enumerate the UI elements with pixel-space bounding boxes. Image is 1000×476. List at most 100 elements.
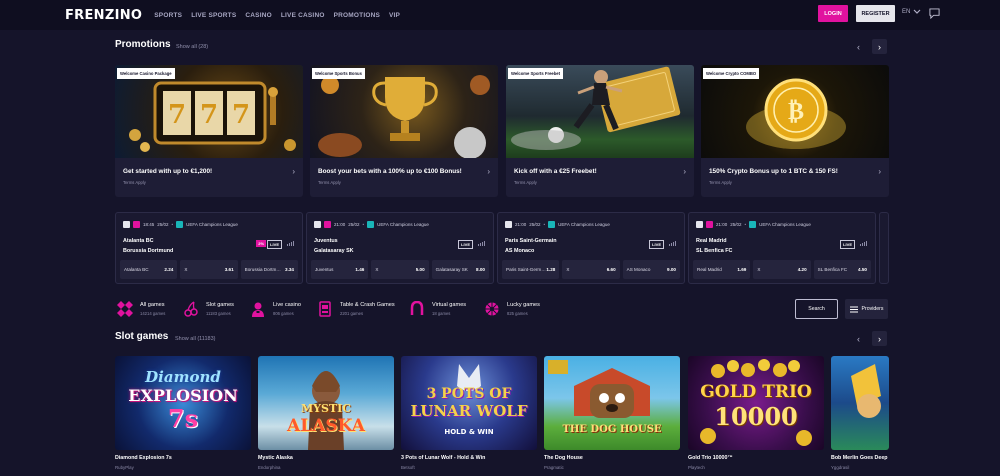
match-league: UEFA Champions League xyxy=(558,222,610,227)
category-virtual-games[interactable]: Virtual games 18 games xyxy=(408,300,466,318)
odds-value: 2.24 xyxy=(164,267,174,272)
odds-button[interactable]: Atalanta BC 2.24 xyxy=(120,260,178,279)
promotions-show-all-link[interactable]: Show all (28) xyxy=(176,44,208,50)
football-icon xyxy=(314,221,321,228)
odds-button[interactable]: X 3.61 xyxy=(180,260,238,279)
promo-tag: Welcome Crypto COMBO xyxy=(703,68,760,79)
away-team: Galatasaray SK xyxy=(314,248,354,254)
language-selector[interactable]: EN xyxy=(902,9,921,15)
category-lucky-games[interactable]: Lucky games 825 games xyxy=(483,300,540,318)
home-team: Atalanta BC xyxy=(123,238,154,244)
odds-value: 4.50 xyxy=(858,267,867,272)
match-teams: Juventus Galatasaray SK xyxy=(314,236,354,256)
match-card[interactable]: 21:00 25/02 • UEFA Champions League Real… xyxy=(688,212,876,284)
odds-button[interactable]: X 4.20 xyxy=(753,260,811,279)
odds-label: AS Monaco xyxy=(626,267,651,272)
category-label: Live casino xyxy=(273,302,301,308)
game-card[interactable]: THE DOG HOUSE The Dog House Pragmatic xyxy=(544,356,680,470)
live-badge: LIVE xyxy=(267,240,282,249)
match-date: 25/02 xyxy=(529,222,541,227)
promotions-next-button[interactable]: › xyxy=(872,39,887,54)
odds-value: 4.20 xyxy=(797,267,807,272)
odds-label: X xyxy=(375,267,379,272)
promo-card[interactable]: ₿ Welcome Crypto COMBO 150% Crypto Bonus… xyxy=(701,65,889,197)
football-icon xyxy=(123,221,130,228)
odds-button[interactable]: Real Madrid 1.69 xyxy=(693,260,751,279)
odds-label: Atalanta BC xyxy=(124,267,149,272)
odds-label: Galatasaray SK xyxy=(435,267,468,272)
brand-logo[interactable]: FRENZINO xyxy=(65,8,142,23)
promo-card[interactable]: Welcome Sports Bonus Boost your bets wit… xyxy=(310,65,498,197)
category-live-casino[interactable]: Live casino 806 games xyxy=(249,300,301,318)
odds-row: Atalanta BC 2.24 X 3.61 Borussia Dortm… 3.3… xyxy=(120,260,298,279)
game-thumbnail: MYSTIC ALASKA xyxy=(258,356,394,450)
odds-button[interactable]: Paris Saint-Germ… 1.28 xyxy=(502,260,560,279)
category-count: 806 games xyxy=(273,311,294,316)
category-all-games[interactable]: All games 14214 games xyxy=(116,300,165,318)
svg-text:7: 7 xyxy=(232,100,250,130)
category-slot-games[interactable]: Slot games 11183 games xyxy=(182,300,234,318)
slot-games-show-all-link[interactable]: Show all (11183) xyxy=(175,336,215,342)
promo-terms[interactable]: Terms Apply xyxy=(318,180,341,185)
register-button[interactable]: REGISTER xyxy=(856,5,895,22)
game-card[interactable]: Bob Merlin Goes Deep Yggdrasil xyxy=(831,356,889,470)
nav-live-sports[interactable]: LIVE SPORTS xyxy=(191,12,236,19)
promo-card[interactable]: Welcome Sports Freebet Kick off with a €… xyxy=(506,65,694,197)
main-nav: SPORTS LIVE SPORTS CASINO LIVE CASINO PR… xyxy=(154,12,409,19)
league-icon xyxy=(176,221,184,228)
match-card[interactable]: 18:45 25/02 • UEFA Champions League Atal… xyxy=(115,212,303,284)
match-card[interactable]: 21:00 25/02 • UEFA Champions League Pari… xyxy=(497,212,685,284)
signal-icon xyxy=(669,241,676,246)
odds-row: Paris Saint-Germ… 1.28 X 6.60 AS Monaco 9.0… xyxy=(502,260,680,279)
boost-badge: 2% xyxy=(256,240,266,247)
odds-button[interactable]: Borussia Dortm… 3.34 xyxy=(240,260,298,279)
promo-terms[interactable]: Terms Apply xyxy=(123,180,146,185)
nav-live-casino[interactable]: LIVE CASINO xyxy=(281,12,325,19)
league-flag-icon xyxy=(324,221,331,228)
game-provider: Yggdrasil xyxy=(831,465,850,470)
login-button[interactable]: LOGIN xyxy=(818,5,848,22)
promotions-prev-button[interactable]: ‹ xyxy=(851,39,866,54)
odds-button[interactable]: Juventus 1.46 xyxy=(311,260,369,279)
chevron-right-icon: › xyxy=(292,167,295,176)
match-card[interactable]: 21:00 25/02 • UEFA Champions League Juve… xyxy=(306,212,494,284)
game-thumbnail: Diamond EXPLOSION 7s xyxy=(115,356,251,450)
game-card[interactable]: MYSTIC ALASKA Mystic Alaska Endorphina xyxy=(258,356,394,470)
odds-value: 5.00 xyxy=(415,267,425,272)
nav-vip[interactable]: VIP xyxy=(389,12,400,19)
match-time: 21:00 xyxy=(334,222,346,227)
match-card-partial[interactable] xyxy=(879,212,889,284)
svg-text:7: 7 xyxy=(200,100,218,130)
chat-icon[interactable] xyxy=(929,8,940,19)
top-header: FRENZINO SPORTS LIVE SPORTS CASINO LIVE … xyxy=(0,0,1000,30)
promo-terms[interactable]: Terms Apply xyxy=(514,180,537,185)
game-art-subtitle: EXPLOSION xyxy=(128,386,238,405)
odds-button[interactable]: X 6.60 xyxy=(562,260,620,279)
slots-prev-button[interactable]: ‹ xyxy=(851,331,866,346)
match-league: UEFA Champions League xyxy=(759,222,811,227)
game-card[interactable]: 3 POTS OF LUNAR WOLF HOLD & WIN 3 Pots o… xyxy=(401,356,537,470)
category-count: 11183 games xyxy=(206,311,231,316)
game-thumbnail xyxy=(831,356,889,450)
providers-button[interactable]: Providers xyxy=(845,299,888,319)
promo-terms[interactable]: Terms Apply xyxy=(709,180,732,185)
odds-button[interactable]: X 5.00 xyxy=(371,260,429,279)
match-date: 25/02 xyxy=(348,222,360,227)
odds-button[interactable]: SL Benfica FC 4.50 xyxy=(813,260,871,279)
nav-casino[interactable]: CASINO xyxy=(245,12,271,19)
providers-label: Providers xyxy=(861,306,884,312)
match-date: 25/02 xyxy=(157,222,169,227)
search-button[interactable]: Search xyxy=(795,299,838,319)
promo-card[interactable]: 7 7 7 Welcome Casino Package Get started… xyxy=(115,65,303,197)
nav-sports[interactable]: SPORTS xyxy=(154,12,182,19)
game-art-subtitle: LUNAR WOLF xyxy=(410,402,528,420)
category-table-crash[interactable]: Table & Crash Games 2201 games xyxy=(316,300,395,318)
category-count: 825 games xyxy=(507,311,528,316)
nav-promotions[interactable]: PROMOTIONS xyxy=(334,12,380,19)
game-title: Gold Trio 10000™ xyxy=(688,455,733,461)
game-card[interactable]: GOLD TRIO 10000 Gold Trio 10000™ Playtec… xyxy=(688,356,824,470)
odds-button[interactable]: Galatasaray SK 8.00 xyxy=(431,260,489,279)
game-card[interactable]: Diamond EXPLOSION 7s Diamond Explosion 7… xyxy=(115,356,251,470)
slots-next-button[interactable]: › xyxy=(872,331,887,346)
odds-button[interactable]: AS Monaco 9.00 xyxy=(622,260,680,279)
